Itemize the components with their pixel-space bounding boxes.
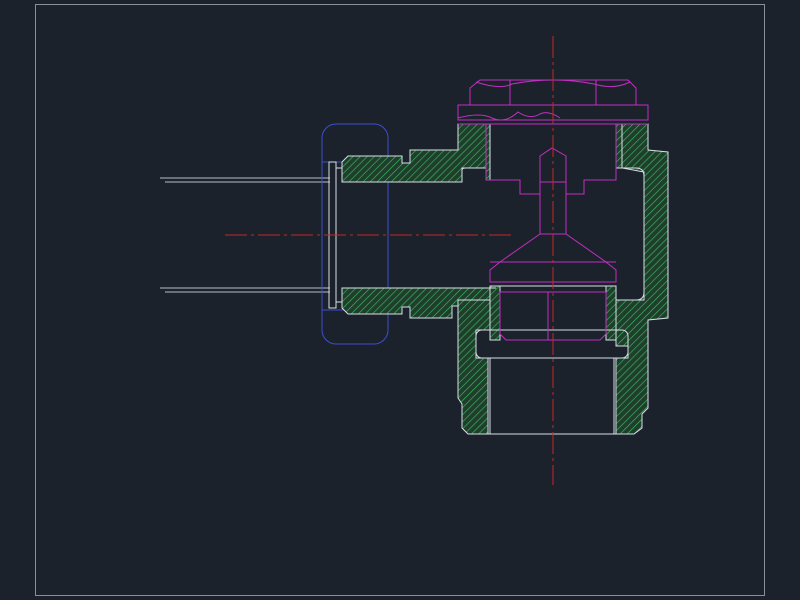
cad-canvas[interactable] (0, 0, 800, 600)
tail-piece-upper-section (341, 123, 487, 183)
center-lines (225, 36, 554, 485)
valve-section-drawing (35, 4, 765, 596)
seat-left (489, 285, 501, 341)
bonnet-wall-right (615, 123, 623, 169)
spindle (485, 124, 617, 283)
bonnet-wall-left (485, 123, 491, 181)
seat-right (605, 285, 617, 341)
